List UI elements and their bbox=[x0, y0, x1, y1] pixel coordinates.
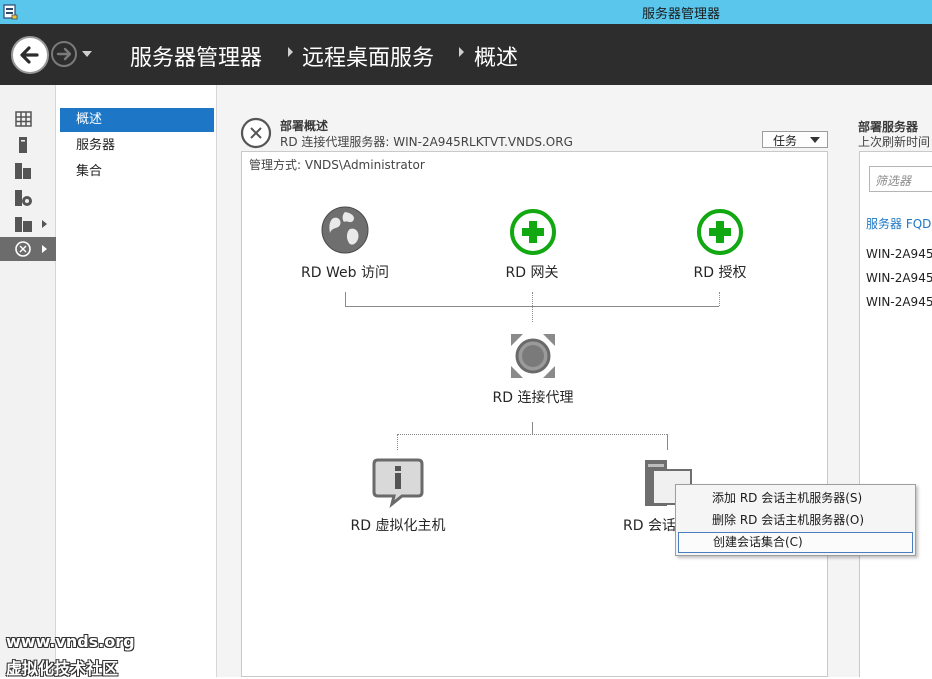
info-icon bbox=[372, 458, 424, 508]
connector-broker-down bbox=[532, 422, 533, 434]
deployment-overview-heading: 部署概述 bbox=[280, 119, 329, 133]
deployment-overview-icon bbox=[240, 117, 272, 149]
server-fqdn-column-header[interactable]: 服务器 FQD bbox=[866, 215, 931, 232]
window-title: 服务器管理器 bbox=[641, 7, 720, 22]
rd-gateway-node[interactable]: RD 网关 bbox=[472, 205, 592, 295]
last-refresh-label: 上次刷新时间 bbox=[858, 135, 931, 149]
rd-session-host-label: RD 会话 bbox=[623, 518, 676, 534]
arrow-right-icon bbox=[56, 47, 72, 61]
connector-gateway bbox=[532, 292, 533, 322]
connector-bottom-horizontal bbox=[397, 434, 667, 435]
deployment-broker-subheading: RD 连接代理服务器: WIN-2A945RLKTVT.VNDS.ORG bbox=[280, 135, 573, 149]
rd-broker-label: RD 连接代理 bbox=[492, 390, 574, 406]
globe-icon bbox=[321, 206, 369, 254]
filter-input[interactable]: 筛选器 bbox=[869, 166, 932, 192]
file-storage-icon[interactable] bbox=[0, 186, 56, 210]
nav-item-collections[interactable]: 集合 bbox=[60, 160, 214, 184]
arrow-left-icon bbox=[20, 46, 39, 64]
iis-icon[interactable] bbox=[0, 212, 56, 236]
chevron-down-icon bbox=[810, 137, 820, 143]
menu-create-session-collection[interactable]: 创建会话集合(C) bbox=[678, 532, 913, 553]
menu-add-session-host[interactable]: 添加 RD 会话主机服务器(S) bbox=[678, 488, 913, 509]
history-dropdown-icon[interactable] bbox=[82, 51, 92, 57]
tasks-dropdown[interactable]: 任务 bbox=[762, 131, 828, 148]
forward-button[interactable] bbox=[51, 41, 77, 67]
rd-licensing-node[interactable]: RD 授权 bbox=[660, 205, 780, 295]
dashboard-icon[interactable] bbox=[0, 107, 56, 131]
header-bar: 服务器管理器 远程桌面服务 概述 bbox=[0, 24, 932, 85]
add-plus-icon bbox=[510, 209, 556, 255]
context-menu: 添加 RD 会话主机服务器(S) 删除 RD 会话主机服务器(O) 创建会话集合… bbox=[675, 484, 916, 556]
breadcrumb-separator-icon bbox=[288, 47, 293, 57]
breadcrumb-overview: 概述 bbox=[474, 46, 519, 71]
managed-by-label: 管理方式: VNDS\Administrator bbox=[249, 158, 425, 172]
tasks-label: 任务 bbox=[773, 134, 798, 148]
breadcrumb-separator-icon bbox=[459, 47, 464, 57]
all-servers-icon[interactable] bbox=[0, 159, 56, 183]
back-button[interactable] bbox=[11, 36, 49, 74]
title-bar: 服务器管理器 bbox=[0, 0, 932, 24]
rd-licensing-label: RD 授权 bbox=[693, 265, 747, 281]
breadcrumb-server-manager[interactable]: 服务器管理器 bbox=[130, 40, 262, 72]
rd-broker-node[interactable]: RD 连接代理 bbox=[473, 330, 593, 415]
rd-web-access-node[interactable]: RD Web 访问 bbox=[285, 205, 405, 295]
server-row[interactable]: WIN-2A945 bbox=[866, 247, 932, 261]
nav-panel: 概述 服务器 集合 bbox=[56, 85, 217, 677]
add-plus-icon bbox=[697, 209, 743, 255]
server-row[interactable]: WIN-2A945 bbox=[866, 295, 932, 309]
rd-virtualization-host-node[interactable]: RD 虚拟化主机 bbox=[328, 456, 468, 536]
local-server-icon[interactable] bbox=[0, 133, 56, 157]
connection-broker-icon bbox=[511, 334, 555, 378]
remote-desktop-icon[interactable] bbox=[0, 237, 56, 261]
filter-placeholder: 筛选器 bbox=[875, 174, 912, 188]
connector-session bbox=[667, 434, 668, 450]
watermark-community: 虚拟化技术社区 bbox=[6, 659, 119, 678]
watermark-url: www.vnds.org bbox=[6, 632, 135, 651]
nav-item-servers[interactable]: 服务器 bbox=[60, 134, 214, 158]
breadcrumb-rds[interactable]: 远程桌面服务 bbox=[302, 40, 434, 72]
nav-item-overview[interactable]: 概述 bbox=[60, 108, 214, 132]
menu-remove-session-host[interactable]: 删除 RD 会话主机服务器(O) bbox=[678, 510, 913, 531]
rd-web-access-label: RD Web 访问 bbox=[301, 265, 389, 281]
left-rail bbox=[0, 85, 56, 677]
rd-gateway-label: RD 网关 bbox=[505, 265, 559, 281]
rd-virtualization-host-label: RD 虚拟化主机 bbox=[350, 518, 446, 534]
connector-vh bbox=[397, 434, 398, 450]
server-row[interactable]: WIN-2A945 bbox=[866, 271, 932, 285]
